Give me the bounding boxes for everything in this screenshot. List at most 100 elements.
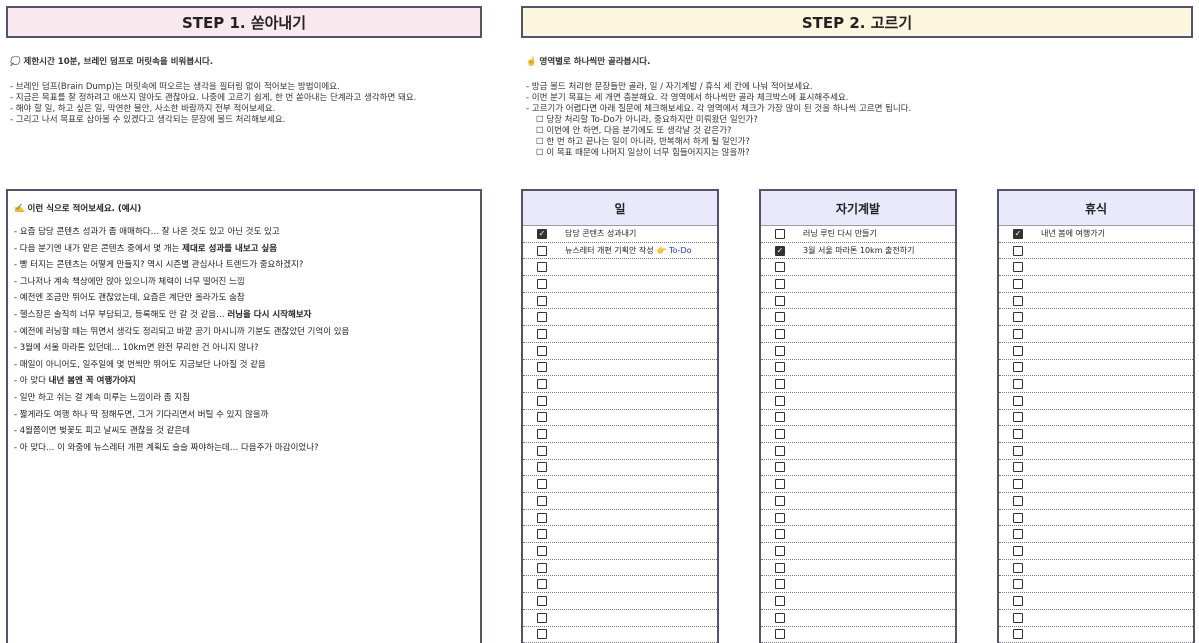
checklist-row	[761, 443, 955, 460]
checkbox[interactable]	[775, 579, 785, 590]
checkbox[interactable]	[775, 462, 785, 473]
checkbox[interactable]	[1013, 328, 1023, 339]
checkbox[interactable]	[775, 529, 785, 540]
checkbox[interactable]	[1013, 412, 1023, 423]
checklist-row: ✓ 3월 서울 마라톤 10km 출전하기	[761, 243, 955, 260]
checkbox[interactable]	[537, 595, 547, 606]
example-item-bold-text: 내년 봄엔 꼭 여행가야지	[48, 376, 136, 387]
checkbox[interactable]	[775, 429, 785, 440]
checkbox[interactable]	[537, 462, 547, 473]
step2-question: ☐ 이번에 안 하면, 다음 분기에도 또 생각날 것 같은가?	[536, 126, 732, 136]
checkbox[interactable]	[537, 512, 547, 523]
checkbox[interactable]	[775, 445, 785, 456]
checkbox[interactable]	[775, 295, 785, 306]
checklist-item-text: 담당 콘텐츠 성과내기	[565, 229, 637, 239]
checkbox[interactable]	[537, 278, 547, 289]
checkbox[interactable]	[537, 262, 547, 273]
checkbox[interactable]	[1013, 579, 1023, 590]
checklist-row	[999, 593, 1193, 610]
checkbox[interactable]	[537, 429, 547, 440]
checkbox[interactable]	[1013, 362, 1023, 373]
checkbox[interactable]	[1013, 629, 1023, 640]
checkbox[interactable]	[537, 629, 547, 640]
checkbox[interactable]	[1013, 595, 1023, 606]
checkbox[interactable]	[775, 328, 785, 339]
checkbox[interactable]	[775, 629, 785, 640]
checkbox[interactable]	[1013, 262, 1023, 273]
checkbox[interactable]	[537, 245, 547, 256]
checkbox[interactable]	[537, 379, 547, 390]
checklist-row	[761, 376, 955, 393]
checkbox[interactable]	[537, 445, 547, 456]
checkbox[interactable]	[537, 312, 547, 323]
checkbox[interactable]	[1013, 429, 1023, 440]
checkbox[interactable]	[537, 479, 547, 490]
checkbox[interactable]	[775, 312, 785, 323]
checkbox[interactable]	[1013, 278, 1023, 289]
checkbox[interactable]	[1013, 512, 1023, 523]
checklist-row	[523, 360, 717, 377]
example-item-text: - 헬스장은 솔직히 너무 부담되고, 등록해도 안 갈 것 같음…	[14, 309, 228, 320]
step1-intro: 💭 제한시간 10분, 브레인 덤프로 머릿속을 비워봅시다. - 브레인 덤프…	[10, 57, 478, 126]
checkbox[interactable]: ✓	[537, 228, 547, 239]
checkbox[interactable]	[775, 595, 785, 606]
checkbox[interactable]	[1013, 529, 1023, 540]
checkbox[interactable]	[1013, 612, 1023, 623]
checkbox[interactable]	[775, 228, 785, 239]
checkbox[interactable]	[537, 545, 547, 556]
checkbox[interactable]	[775, 412, 785, 423]
checkmark-icon: ✓	[1014, 228, 1022, 238]
checkbox[interactable]	[775, 345, 785, 356]
checklist-row	[523, 543, 717, 560]
checklist: ✓ 담당 콘텐츠 성과내기 뉴스레터 개편 기획안 작성 👉 To-Do	[523, 226, 717, 643]
checkbox[interactable]	[775, 379, 785, 390]
step1-header: STEP 1. 쏟아내기	[6, 6, 482, 38]
checkbox[interactable]	[537, 562, 547, 573]
checkbox[interactable]: ✓	[775, 245, 785, 256]
checkbox[interactable]	[1013, 445, 1023, 456]
checkbox[interactable]	[537, 412, 547, 423]
step2-question: ☐ 당장 처리할 To-Do가 아니라, 중요하지만 미뤄왔던 일인가?	[536, 115, 758, 125]
checklist-row	[761, 560, 955, 577]
checkbox[interactable]	[775, 612, 785, 623]
checkbox[interactable]	[1013, 345, 1023, 356]
example-item-bold-text: 제대로 성과를 내보고 싶음	[182, 243, 278, 254]
checkbox[interactable]	[775, 562, 785, 573]
checkbox[interactable]	[537, 529, 547, 540]
checklist-row	[999, 393, 1193, 410]
checkbox[interactable]	[537, 362, 547, 373]
checkbox[interactable]	[1013, 295, 1023, 306]
checkbox[interactable]: ✓	[1013, 228, 1023, 239]
checkbox[interactable]	[537, 345, 547, 356]
checkbox[interactable]	[537, 495, 547, 506]
checkbox[interactable]	[775, 278, 785, 289]
checklist-row	[999, 293, 1193, 310]
checkbox[interactable]	[1013, 479, 1023, 490]
checklist-row	[999, 526, 1193, 544]
checkbox[interactable]	[775, 479, 785, 490]
checkbox[interactable]	[537, 328, 547, 339]
example-item: - 요즘 담당 콘텐츠 성과가 좀 애매하다… 잘 나온 것도 있고 아닌 것도…	[14, 224, 475, 241]
example-item-text: - 예전엔 조금만 뛰어도 괜찮았는데, 요즘은 계단만 올라가도 숨참	[14, 293, 245, 304]
checkbox[interactable]	[1013, 495, 1023, 506]
checkbox[interactable]	[775, 495, 785, 506]
checkbox[interactable]	[537, 295, 547, 306]
checkbox[interactable]	[775, 545, 785, 556]
example-item-text: - 다음 분기엔 내가 맡은 콘텐츠 중에서 몇 개는	[14, 243, 183, 254]
checkbox[interactable]	[775, 262, 785, 273]
checkbox[interactable]	[1013, 379, 1023, 390]
checklist-row	[999, 543, 1193, 560]
checkbox[interactable]	[1013, 245, 1023, 256]
checkbox[interactable]	[775, 395, 785, 406]
checkbox[interactable]	[537, 395, 547, 406]
checkbox[interactable]	[537, 612, 547, 623]
checkbox[interactable]	[1013, 395, 1023, 406]
checkbox[interactable]	[1013, 312, 1023, 323]
checkbox[interactable]	[1013, 462, 1023, 473]
checkbox[interactable]	[775, 512, 785, 523]
checkbox[interactable]	[1013, 562, 1023, 573]
checkbox[interactable]	[1013, 545, 1023, 556]
checkbox[interactable]	[775, 362, 785, 373]
todo-link[interactable]: 👉 To-Do	[657, 246, 692, 255]
checkbox[interactable]	[537, 579, 547, 590]
